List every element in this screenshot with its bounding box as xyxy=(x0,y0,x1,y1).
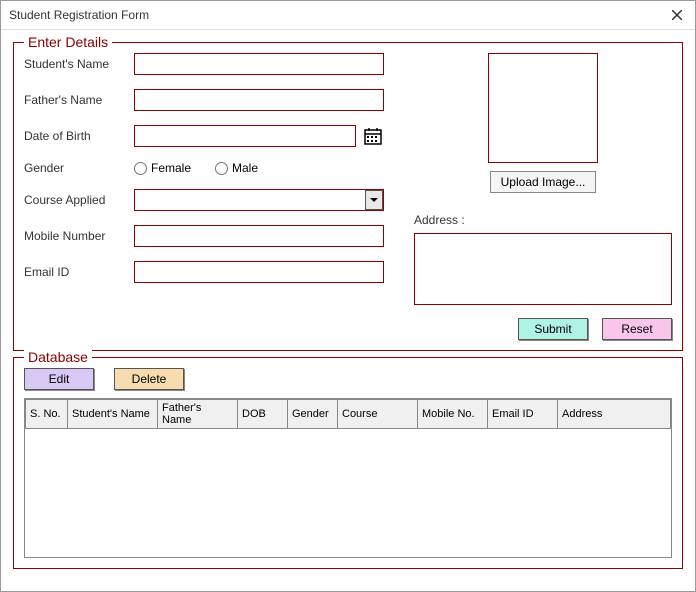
male-radio-label[interactable]: Male xyxy=(215,161,258,175)
database-grid[interactable]: S. No. Student's Name Father's Name DOB … xyxy=(24,398,672,558)
course-combo[interactable] xyxy=(134,189,384,211)
father-name-label: Father's Name xyxy=(24,93,134,107)
delete-button[interactable]: Delete xyxy=(114,368,184,390)
course-dropdown-button[interactable] xyxy=(365,190,383,210)
dob-input[interactable] xyxy=(134,125,356,147)
database-group: Database Edit Delete S. No. Student's Na… xyxy=(13,357,683,569)
photo-preview xyxy=(488,53,598,163)
enter-details-legend: Enter Details xyxy=(24,34,112,50)
calendar-button[interactable] xyxy=(362,125,384,147)
close-icon xyxy=(672,10,682,20)
details-right-column: Upload Image... Address : xyxy=(384,53,672,308)
enter-details-group: Enter Details Student's Name Father's Na… xyxy=(13,42,683,351)
dob-label: Date of Birth xyxy=(24,129,134,143)
email-label: Email ID xyxy=(24,265,134,279)
reset-button[interactable]: Reset xyxy=(602,318,672,340)
female-text: Female xyxy=(151,161,191,175)
student-name-label: Student's Name xyxy=(24,57,134,71)
database-legend: Database xyxy=(24,349,92,365)
window-title: Student Registration Form xyxy=(9,8,149,22)
student-name-input[interactable] xyxy=(134,53,384,75)
course-label: Course Applied xyxy=(24,193,134,207)
close-button[interactable] xyxy=(667,5,687,25)
female-radio-label[interactable]: Female xyxy=(134,161,191,175)
details-left-column: Student's Name Father's Name Date of Bir… xyxy=(24,53,384,308)
upload-image-button[interactable]: Upload Image... xyxy=(490,171,597,193)
titlebar: Student Registration Form xyxy=(1,1,695,30)
gender-label: Gender xyxy=(24,161,134,175)
mobile-input[interactable] xyxy=(134,225,384,247)
col-student-name[interactable]: Student's Name xyxy=(68,400,158,429)
col-mobile[interactable]: Mobile No. xyxy=(418,400,488,429)
email-input[interactable] xyxy=(134,261,384,283)
mobile-label: Mobile Number xyxy=(24,229,134,243)
submit-button[interactable]: Submit xyxy=(518,318,588,340)
edit-button[interactable]: Edit xyxy=(24,368,94,390)
col-dob[interactable]: DOB xyxy=(238,400,288,429)
window: Student Registration Form Enter Details … xyxy=(0,0,696,592)
male-text: Male xyxy=(232,161,258,175)
chevron-down-icon xyxy=(370,196,378,204)
client-area: Enter Details Student's Name Father's Na… xyxy=(1,30,695,579)
father-name-input[interactable] xyxy=(134,89,384,111)
col-email[interactable]: Email ID xyxy=(488,400,558,429)
address-input[interactable] xyxy=(414,233,672,305)
male-radio[interactable] xyxy=(215,162,228,175)
col-father-name[interactable]: Father's Name xyxy=(158,400,238,429)
calendar-icon xyxy=(364,127,382,145)
col-gender[interactable]: Gender xyxy=(288,400,338,429)
col-address[interactable]: Address xyxy=(558,400,671,429)
col-sno[interactable]: S. No. xyxy=(26,400,68,429)
col-course[interactable]: Course xyxy=(338,400,418,429)
female-radio[interactable] xyxy=(134,162,147,175)
address-label: Address : xyxy=(414,213,672,227)
